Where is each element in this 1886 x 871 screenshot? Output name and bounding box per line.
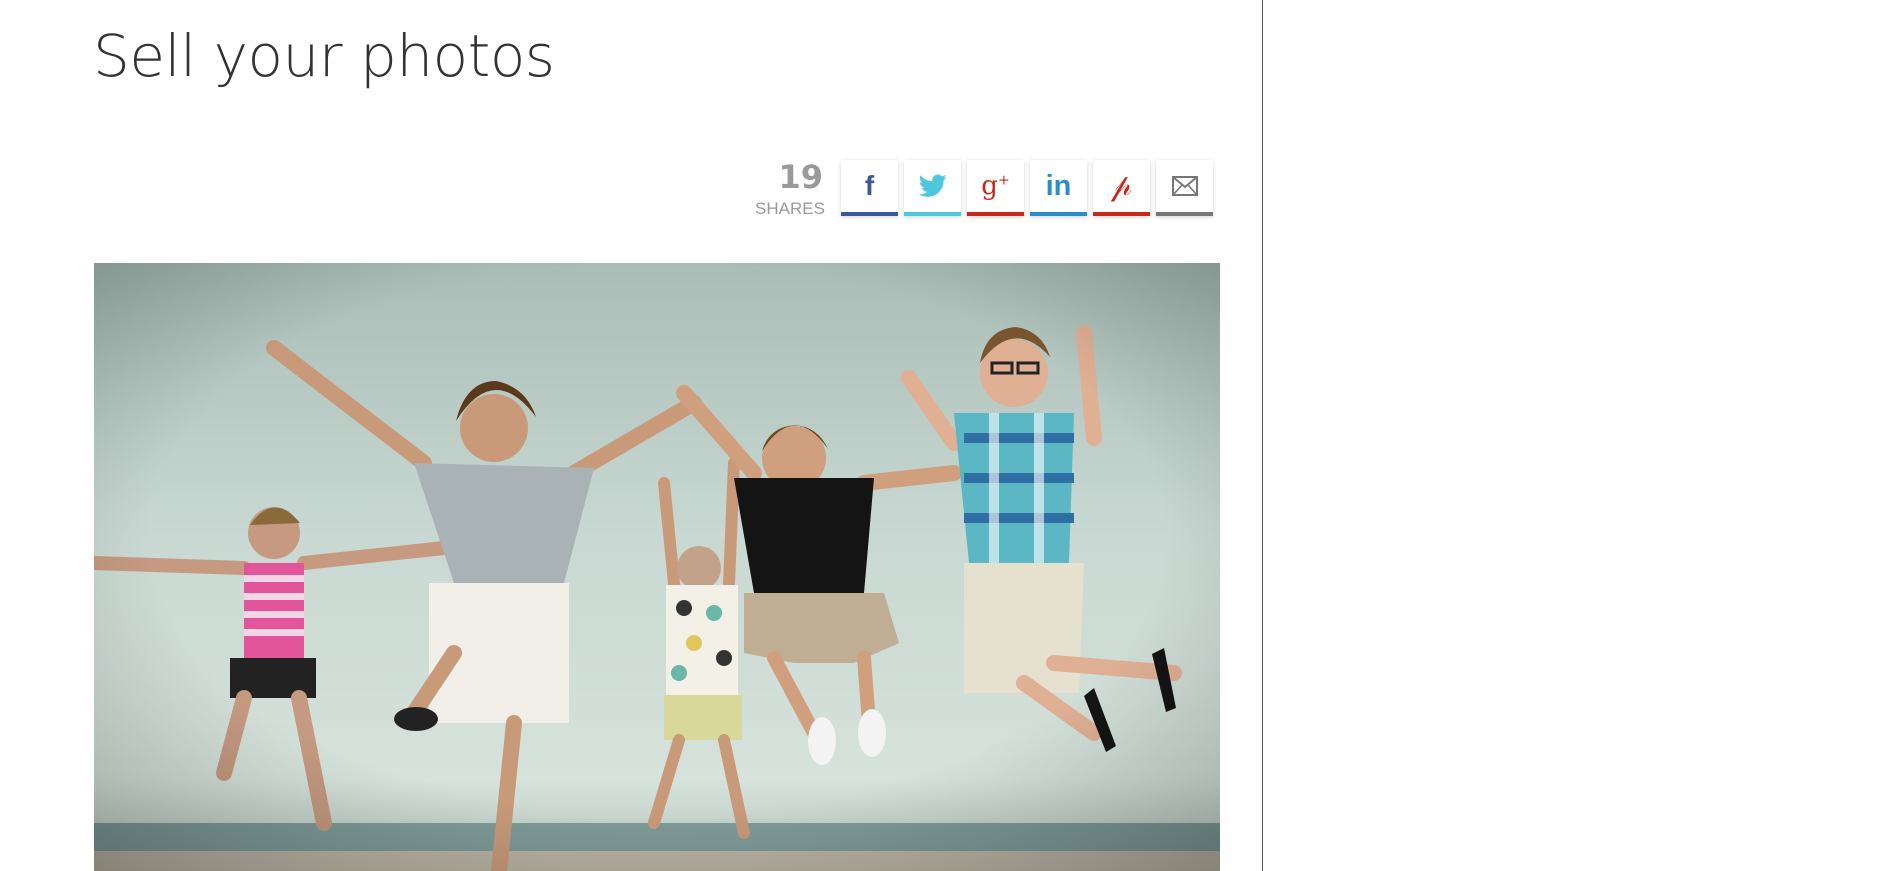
sidebar (1263, 0, 1886, 871)
email-share-button[interactable] (1156, 160, 1213, 216)
linkedin-icon: in (1045, 169, 1072, 202)
email-icon (1171, 176, 1198, 196)
hero-photo-illustration (94, 263, 1220, 871)
share-count-number: 19 (778, 158, 823, 196)
google-plus-icon: g+ (981, 171, 1010, 201)
facebook-share-button[interactable]: f (841, 160, 898, 216)
hero-photo (94, 263, 1220, 871)
share-count: 19 SHARES (755, 158, 825, 220)
share-count-label: SHARES (755, 199, 825, 218)
pinterest-share-button[interactable]: 𝓅 (1093, 160, 1150, 216)
linkedin-share-button[interactable]: in (1030, 160, 1087, 216)
twitter-share-button[interactable] (904, 160, 961, 216)
twitter-icon (918, 174, 947, 197)
page-title: Sell your photos (93, 22, 555, 90)
facebook-icon: f (864, 170, 875, 201)
share-bar: 19 SHARES f g+ in 𝓅 (755, 160, 1219, 224)
page: Sell your photos 19 SHARES f g+ in 𝓅 (0, 0, 1886, 871)
pinterest-icon: 𝓅 (1110, 168, 1133, 203)
main-content: Sell your photos 19 SHARES f g+ in 𝓅 (0, 0, 1263, 871)
google-plus-share-button[interactable]: g+ (967, 160, 1024, 216)
